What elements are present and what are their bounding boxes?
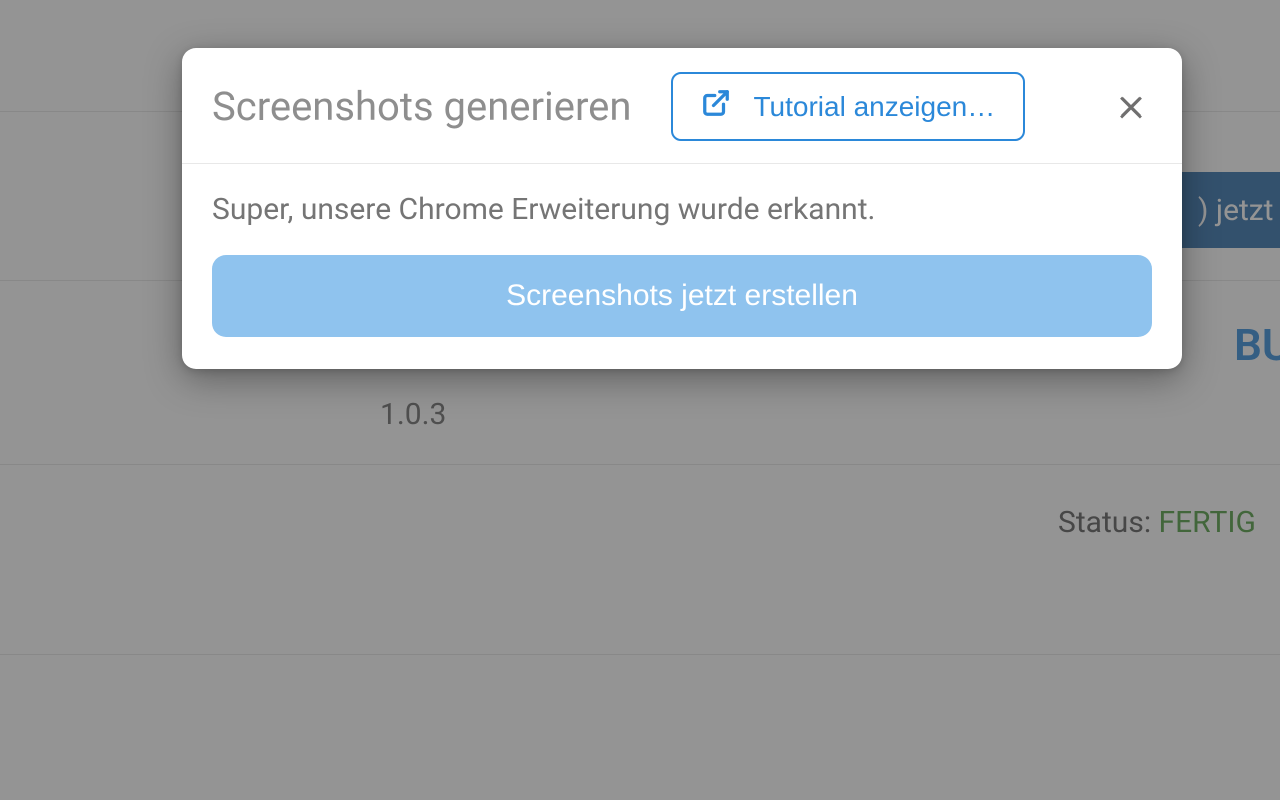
- modal-title: Screenshots generieren: [212, 83, 631, 130]
- close-button[interactable]: [1110, 86, 1152, 128]
- modal-body: Super, unsere Chrome Erweiterung wurde e…: [182, 164, 1182, 369]
- show-tutorial-button[interactable]: Tutorial anzeigen…: [671, 72, 1025, 141]
- modal-message: Super, unsere Chrome Erweiterung wurde e…: [212, 192, 1152, 227]
- external-link-icon: [701, 88, 731, 125]
- tutorial-button-label: Tutorial anzeigen…: [753, 91, 995, 123]
- close-icon: [1114, 112, 1148, 127]
- modal-header: Screenshots generieren Tutorial anzeigen…: [182, 48, 1182, 164]
- generate-screenshots-modal: Screenshots generieren Tutorial anzeigen…: [182, 48, 1182, 369]
- create-screenshots-button[interactable]: Screenshots jetzt erstellen: [212, 255, 1152, 337]
